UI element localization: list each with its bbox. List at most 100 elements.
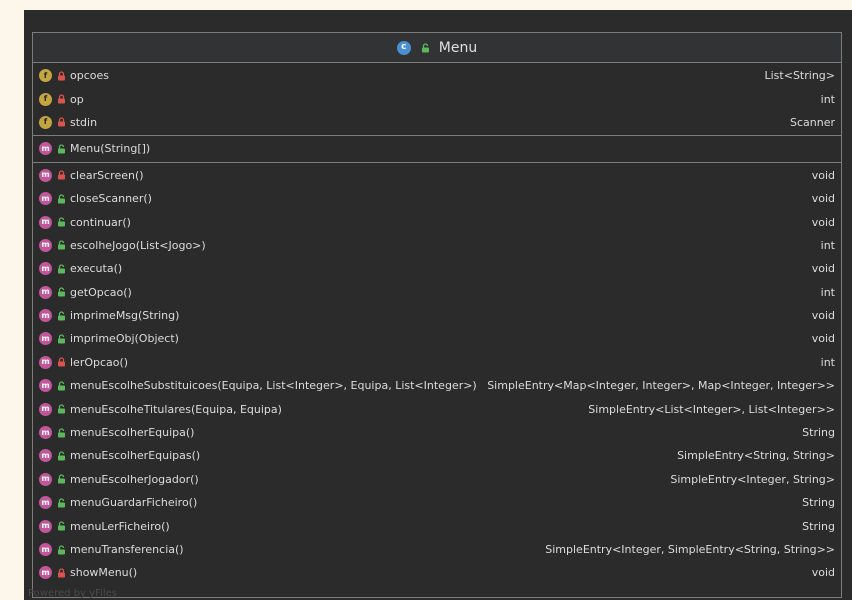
member-name: imprimeObj(Object) (70, 332, 179, 346)
member-type: Scanner (789, 115, 835, 129)
method-m-icon: m (39, 262, 52, 276)
member-type: String (802, 519, 835, 533)
member-type: void (811, 215, 835, 229)
member-name: menuEscolherJogador() (70, 472, 199, 486)
member-type: void (811, 168, 835, 182)
watermark: Powered by yFiles (28, 588, 117, 599)
member-type: SimpleEntry<Integer, String> (670, 472, 835, 486)
member-type: int (820, 285, 835, 299)
public-lock-icon (57, 451, 66, 461)
private-lock-icon (57, 71, 66, 81)
public-lock-icon (57, 427, 66, 438)
public-lock-icon (57, 521, 66, 531)
public-lock-icon (57, 310, 66, 321)
method-m-icon: m (39, 285, 52, 299)
method-m-icon: m (39, 192, 52, 206)
method-row[interactable]: m imprimeMsg(String) void (33, 304, 841, 327)
member-type: int (820, 355, 835, 369)
uml-class-menu[interactable]: c Menu f opcoes List<String> f op int f stdin Sc… (32, 32, 842, 598)
public-lock-icon (57, 381, 66, 391)
constructors-section: m Menu(String[]) (33, 136, 841, 163)
method-m-icon: m (39, 449, 52, 463)
member-name: lerOpcao() (70, 355, 129, 369)
method-row[interactable]: m executa() void (33, 257, 841, 280)
private-lock-icon (57, 94, 66, 104)
member-name: continuar() (70, 215, 131, 229)
field-f-icon: f (39, 69, 52, 83)
member-type: void (811, 309, 835, 323)
field-row[interactable]: f stdin Scanner (33, 111, 841, 134)
member-type: SimpleEntry<Map<Integer, Integer>, Map<I… (487, 379, 835, 393)
member-name: menuEscolherEquipa() (70, 426, 195, 440)
member-name: getOpcao() (70, 285, 132, 299)
member-name: menuLerFicheiro() (70, 519, 170, 533)
method-row[interactable]: m escolheJogo(List<Jogo>) int (33, 234, 841, 257)
member-name: executa() (70, 262, 123, 276)
public-lock-icon (57, 544, 66, 555)
field-f-icon: f (39, 92, 52, 106)
member-name: Menu(String[]) (70, 142, 151, 156)
public-lock-icon (57, 474, 66, 484)
member-type: List<String> (764, 69, 836, 83)
member-name: closeScanner() (70, 192, 152, 206)
method-row[interactable]: m showMenu() void (33, 561, 841, 584)
method-row[interactable]: m menuGuardarFicheiro() String (33, 491, 841, 514)
page: { "class": { "name": "Menu", "kind_icon"… (0, 0, 852, 600)
method-m-icon: m (39, 238, 52, 252)
field-f-icon: f (39, 115, 52, 129)
method-row[interactable]: m Menu(String[]) (33, 137, 841, 160)
method-row[interactable]: m imprimeObj(Object) void (33, 327, 841, 350)
member-type: int (820, 238, 835, 252)
member-name: clearScreen() (70, 168, 144, 182)
method-row[interactable]: m menuEscolheSubstituicoes(Equipa, List<I… (33, 374, 841, 397)
field-row[interactable]: f op int (33, 87, 841, 110)
private-lock-icon (57, 117, 66, 127)
method-row[interactable]: m menuEscolheTitulares(Equipa, Equipa) Sim… (33, 397, 841, 420)
method-m-icon: m (39, 472, 52, 486)
member-type: void (811, 332, 835, 346)
member-type: String (802, 496, 835, 510)
public-lock-icon (57, 498, 66, 508)
member-type: SimpleEntry<Integer, SimpleEntry<String,… (545, 543, 835, 556)
method-m-icon: m (39, 168, 52, 182)
method-m-icon: m (39, 142, 52, 156)
member-name: imprimeMsg(String) (70, 309, 180, 323)
class-header[interactable]: c Menu (33, 33, 841, 63)
public-lock-icon (57, 240, 66, 250)
public-lock-icon (57, 334, 66, 344)
private-lock-icon (57, 170, 66, 180)
method-row[interactable]: m menuTransferencia() SimpleEntry<Integer,… (33, 538, 841, 561)
private-lock-icon (57, 357, 66, 367)
method-m-icon: m (39, 309, 52, 323)
method-row[interactable]: m menuEscolherEquipas() SimpleEntry<String… (33, 444, 841, 467)
method-row[interactable]: m menuEscolherEquipa() String (33, 421, 841, 444)
member-type: void (811, 262, 835, 276)
field-row[interactable]: f opcoes List<String> (33, 64, 841, 87)
method-m-icon: m (39, 215, 52, 229)
public-lock-icon (57, 144, 66, 154)
method-m-icon: m (39, 379, 52, 393)
method-m-icon: m (39, 426, 52, 440)
member-type: void (811, 192, 835, 206)
method-row[interactable]: m getOpcao() int (33, 281, 841, 304)
member-type: SimpleEntry<String, String> (677, 449, 835, 463)
method-row[interactable]: m continuar() void (33, 210, 841, 233)
private-lock-icon (57, 568, 66, 578)
member-name: escolheJogo(List<Jogo>) (70, 238, 206, 252)
method-m-icon: m (39, 332, 52, 346)
method-row[interactable]: m lerOpcao() int (33, 351, 841, 374)
member-name: opcoes (70, 69, 109, 83)
method-row[interactable]: m menuEscolherJogador() SimpleEntry<Intege… (33, 468, 841, 491)
public-lock-icon (57, 404, 66, 414)
method-row[interactable]: m menuLerFicheiro() String (33, 514, 841, 537)
method-m-icon: m (39, 496, 52, 510)
methods-section: m clearScreen() void m closeScanner() void m co… (33, 163, 841, 586)
member-name: showMenu() (70, 566, 138, 580)
fields-section: f opcoes List<String> f op int f stdin Scanner (33, 63, 841, 137)
member-name: stdin (70, 115, 98, 129)
public-lock-icon (57, 217, 66, 227)
method-row[interactable]: m clearScreen() void (33, 164, 841, 187)
method-row[interactable]: m closeScanner() void (33, 187, 841, 210)
diagram-canvas[interactable]: c Menu f opcoes List<String> f op int f stdin Sc… (24, 10, 852, 600)
member-name: menuGuardarFicheiro() (70, 496, 198, 510)
